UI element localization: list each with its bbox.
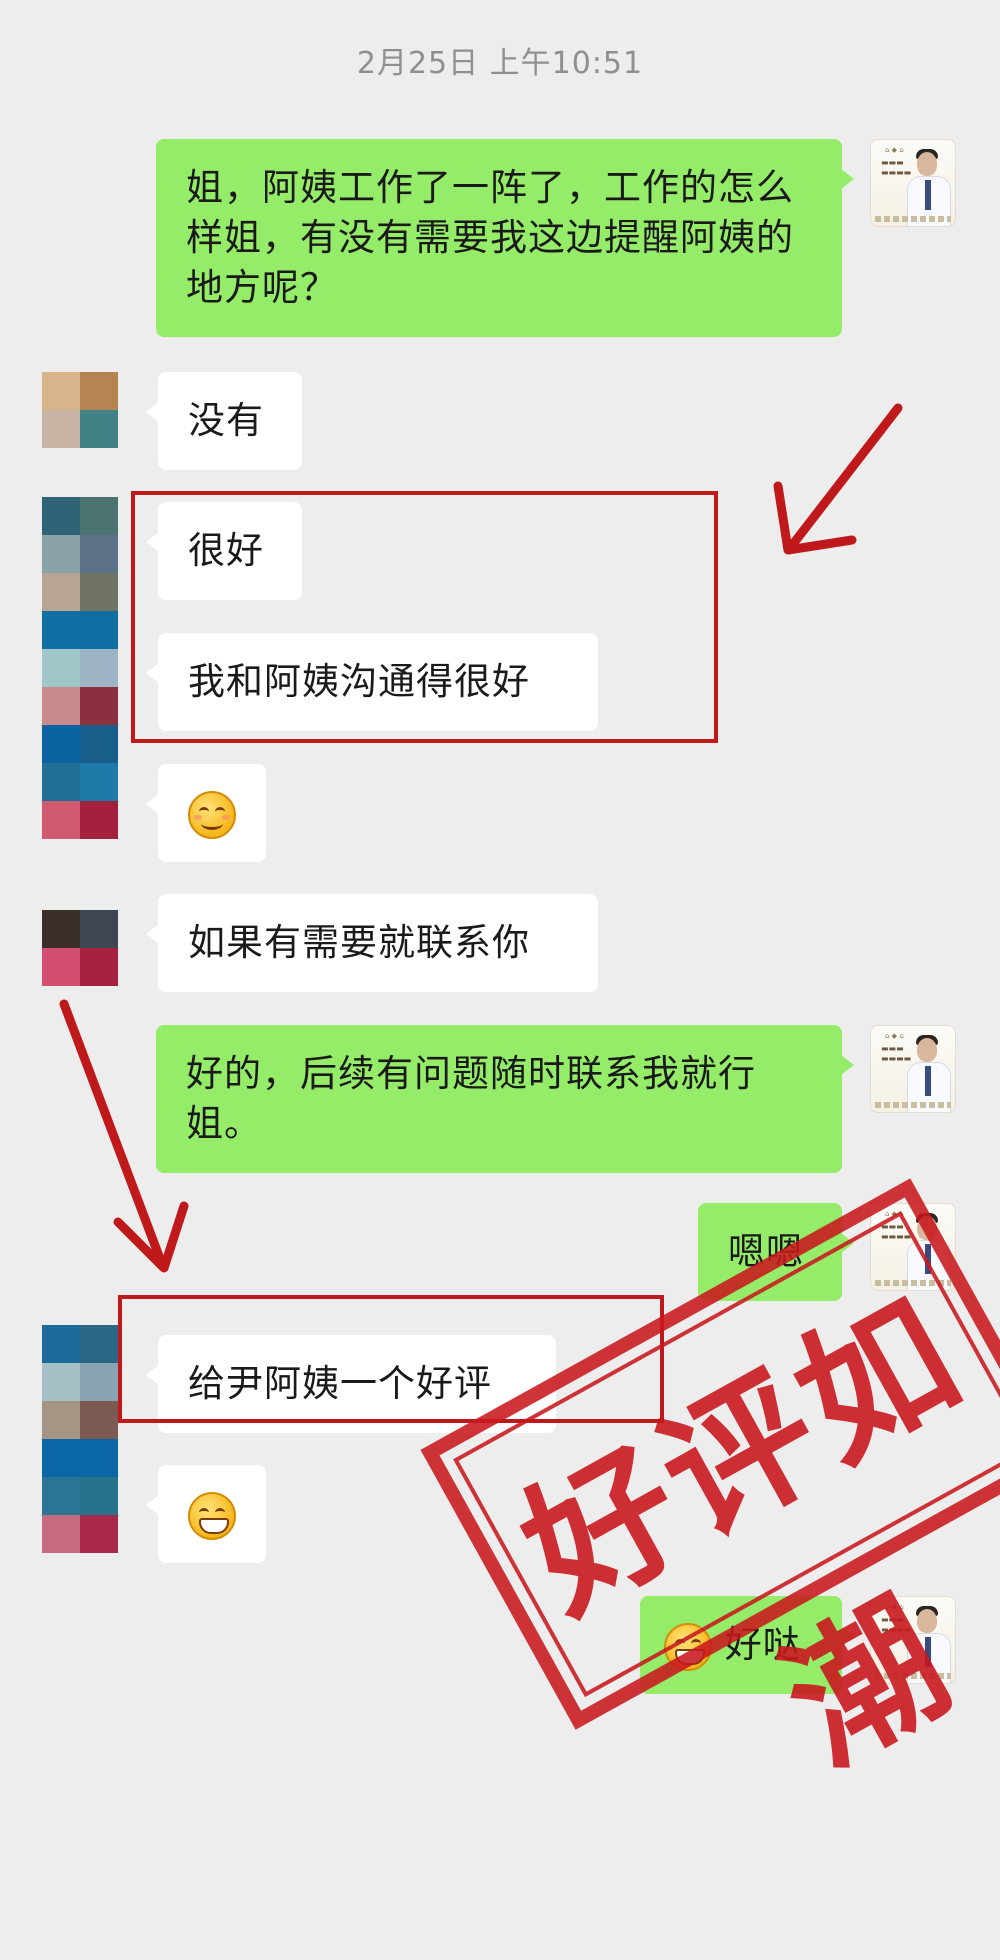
- red-arrow-icon: [773, 403, 903, 555]
- annotation-arrows: [59, 403, 903, 1273]
- red-arrow-icon: [59, 999, 189, 1273]
